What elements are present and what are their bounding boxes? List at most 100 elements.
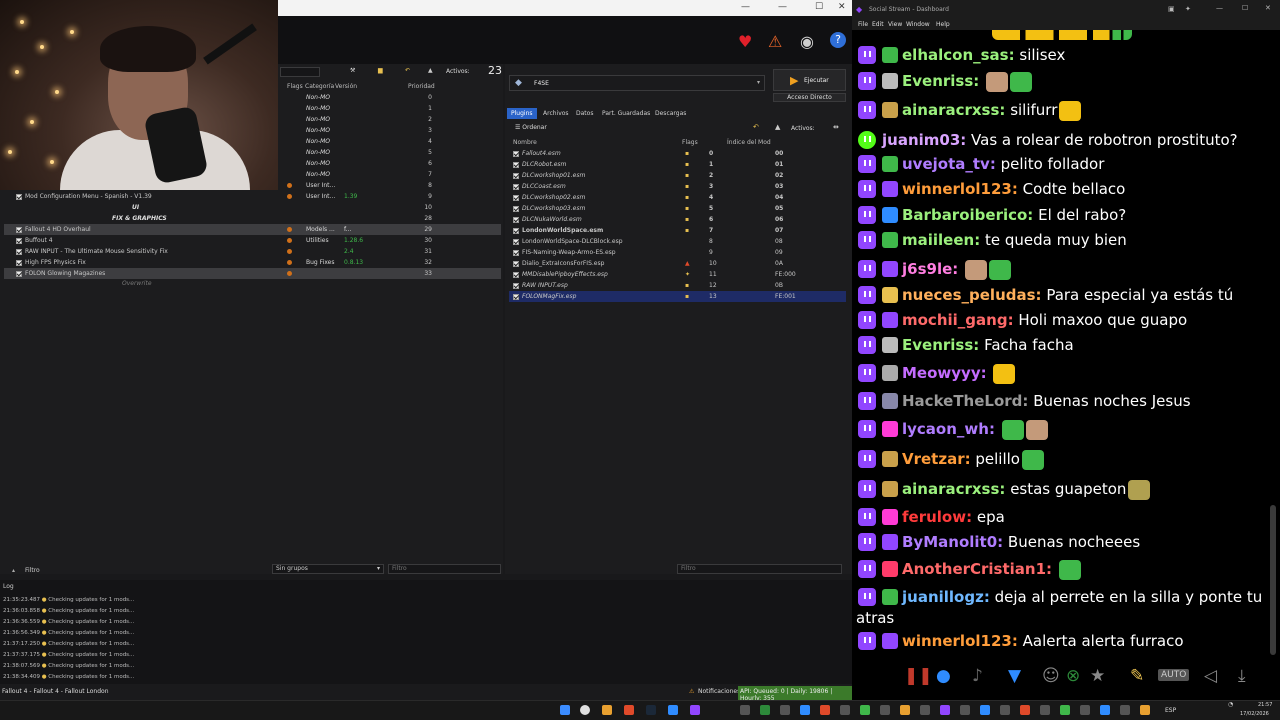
plugin-row[interactable]: DLCworkshop03.esm ▪ 5 05	[509, 203, 846, 214]
undo-icon[interactable]: ↶	[753, 123, 759, 131]
chat-username[interactable]: juanim03:	[882, 131, 966, 149]
col-header-name[interactable]: Nombre	[513, 139, 537, 146]
minimize-button[interactable]: —	[741, 2, 750, 12]
mod-row[interactable]: Mod Configuration Menu - Spanish - V1.39…	[4, 191, 501, 202]
separator-row[interactable]: FIX & GRAPHICS 28	[4, 213, 501, 224]
plugin-row[interactable]: LondonWorldSpace-DLCBlock.esp 8 08	[509, 236, 846, 247]
plugin-row[interactable]: FOLONMagFix.esp ▪ 13 FE:001	[509, 291, 846, 302]
enable-checkbox[interactable]	[16, 237, 22, 244]
tray-icon[interactable]	[820, 705, 830, 715]
profile-select[interactable]	[280, 67, 320, 77]
maximize-button[interactable]: ☐	[815, 2, 823, 12]
warning-icon[interactable]: ⚠	[768, 32, 782, 51]
plugin-row[interactable]: DLCCoast.esm ▪ 3 03	[509, 181, 846, 192]
chat-username[interactable]: nueces_peludas:	[902, 286, 1042, 304]
overwrite-row[interactable]: Overwrite	[122, 280, 152, 287]
chat-username[interactable]: HackeTheLord:	[902, 392, 1028, 410]
left-filter-input[interactable]: Filtro	[388, 564, 501, 574]
enable-checkbox[interactable]	[513, 205, 519, 212]
tray-icon[interactable]	[1040, 705, 1050, 715]
enable-checkbox[interactable]	[513, 260, 519, 267]
tray-icon[interactable]	[1080, 705, 1090, 715]
close-button[interactable]: ✕	[838, 2, 846, 12]
plugin-row[interactable]: DLCRobot.esm ▪ 1 01	[509, 159, 846, 170]
plugin-row[interactable]: DLCNukaWorld.esm ▪ 6 06	[509, 214, 846, 225]
enable-checkbox[interactable]	[16, 270, 22, 277]
menu-help[interactable]: Help	[936, 21, 950, 28]
chat-username[interactable]: Meowyyy:	[902, 364, 987, 382]
chat-username[interactable]: j6s9le:	[902, 260, 958, 278]
chat-username[interactable]: AnotherCristian1:	[902, 560, 1052, 578]
chat-username[interactable]: uvejota_tv:	[902, 155, 996, 173]
col-header-flags[interactable]: Flags	[682, 139, 698, 146]
right-filter-input[interactable]: Filtro	[677, 564, 842, 574]
sort-button[interactable]: ☰ Ordenar	[515, 124, 547, 131]
mod-row[interactable]: Fallout 4 HD Overhaul Models ... f... 29	[4, 224, 501, 235]
enable-checkbox[interactable]	[16, 226, 22, 233]
tray-icon[interactable]	[1120, 705, 1130, 715]
lock-icon[interactable]: ▲	[775, 123, 780, 131]
globe-icon[interactable]: ◉	[800, 32, 814, 51]
enable-checkbox[interactable]	[513, 150, 519, 157]
broom-icon[interactable]: ✎	[1130, 666, 1144, 686]
social-stream-icon[interactable]	[690, 705, 700, 715]
minimize-window-button[interactable]: —	[778, 2, 787, 12]
tray-icon[interactable]	[760, 705, 770, 715]
chat-scrollbar[interactable]	[1270, 505, 1276, 655]
executable-select[interactable]: ◆ F4SE ▾	[509, 75, 765, 91]
chat-username[interactable]: Vretzar:	[902, 450, 971, 468]
tray-icon[interactable]	[1140, 705, 1150, 715]
col-header-version[interactable]: Versión	[335, 83, 357, 90]
shortcut-button[interactable]: Acceso Directo	[773, 93, 846, 102]
pause-icon[interactable]: ❚❚	[904, 666, 933, 686]
enable-checkbox[interactable]	[513, 238, 519, 245]
chat-username[interactable]: juanillogz:	[902, 588, 990, 606]
enable-checkbox[interactable]	[513, 249, 519, 256]
tab-datos[interactable]: Datos	[572, 108, 597, 119]
folder-icon[interactable]: ▆	[378, 67, 383, 74]
tray-icon[interactable]	[960, 705, 970, 715]
tab-plugins[interactable]: Plugins	[507, 108, 537, 119]
chat-username[interactable]: ferulow:	[902, 508, 972, 526]
chat-username[interactable]: elhalcon_sas:	[902, 46, 1015, 64]
enable-checkbox[interactable]	[513, 216, 519, 223]
enable-checkbox[interactable]	[513, 282, 519, 289]
pin-icon[interactable]: ✦	[1185, 5, 1191, 13]
enable-checkbox[interactable]	[513, 227, 519, 234]
chat-username[interactable]: mochii_gang:	[902, 311, 1014, 329]
auto-toggle[interactable]: AUTO	[1158, 669, 1190, 681]
search-icon[interactable]	[580, 705, 590, 715]
tray-icon[interactable]	[940, 705, 950, 715]
chat-username[interactable]: winnerlol123:	[902, 180, 1018, 198]
col-header-flags[interactable]: Flags	[287, 83, 303, 90]
brave-icon[interactable]	[624, 705, 634, 715]
plugin-row[interactable]: LondonWorldSpace.esm ▪ 7 07	[509, 225, 846, 236]
plugin-row[interactable]: RAW INPUT.esp ▪ 12 0B	[509, 280, 846, 291]
enable-checkbox[interactable]	[513, 183, 519, 190]
tray-icon[interactable]	[980, 705, 990, 715]
menu-window[interactable]: Window	[906, 21, 930, 28]
chat-username[interactable]: Evenriss:	[902, 72, 979, 90]
tray-icon[interactable]	[860, 705, 870, 715]
mod-row[interactable]: FOLON Glowing Magazines 33	[4, 268, 501, 279]
language-indicator[interactable]: ESP	[1165, 707, 1176, 714]
chat-username[interactable]: ainaracrxss:	[902, 101, 1005, 119]
tray-icon[interactable]	[1020, 705, 1030, 715]
enable-checkbox[interactable]	[513, 271, 519, 278]
chat-bubble-icon[interactable]: ●	[936, 666, 951, 686]
enable-checkbox[interactable]	[513, 161, 519, 168]
enable-checkbox[interactable]	[513, 172, 519, 179]
collapse-icon[interactable]: ▴	[12, 567, 15, 574]
undo-icon[interactable]: ↶	[405, 67, 410, 74]
tray-icon[interactable]	[920, 705, 930, 715]
plugin-row[interactable]: DLCworkshop01.esm ▪ 2 02	[509, 170, 846, 181]
menu-view[interactable]: View	[888, 21, 902, 28]
plugin-row[interactable]: Fallout4.esm ▪ 0 00	[509, 148, 846, 159]
mod-row[interactable]: Buffout 4 Utilities 1.28.6 30	[4, 235, 501, 246]
tray-icon[interactable]	[1000, 705, 1010, 715]
tray-icon[interactable]	[1100, 705, 1110, 715]
screenshot-icon[interactable]: ▣	[1168, 5, 1175, 13]
chat-username[interactable]: maiileen:	[902, 231, 980, 249]
minimize-button[interactable]: —	[1216, 4, 1223, 12]
tab-descargas[interactable]: Descargas	[651, 108, 690, 119]
